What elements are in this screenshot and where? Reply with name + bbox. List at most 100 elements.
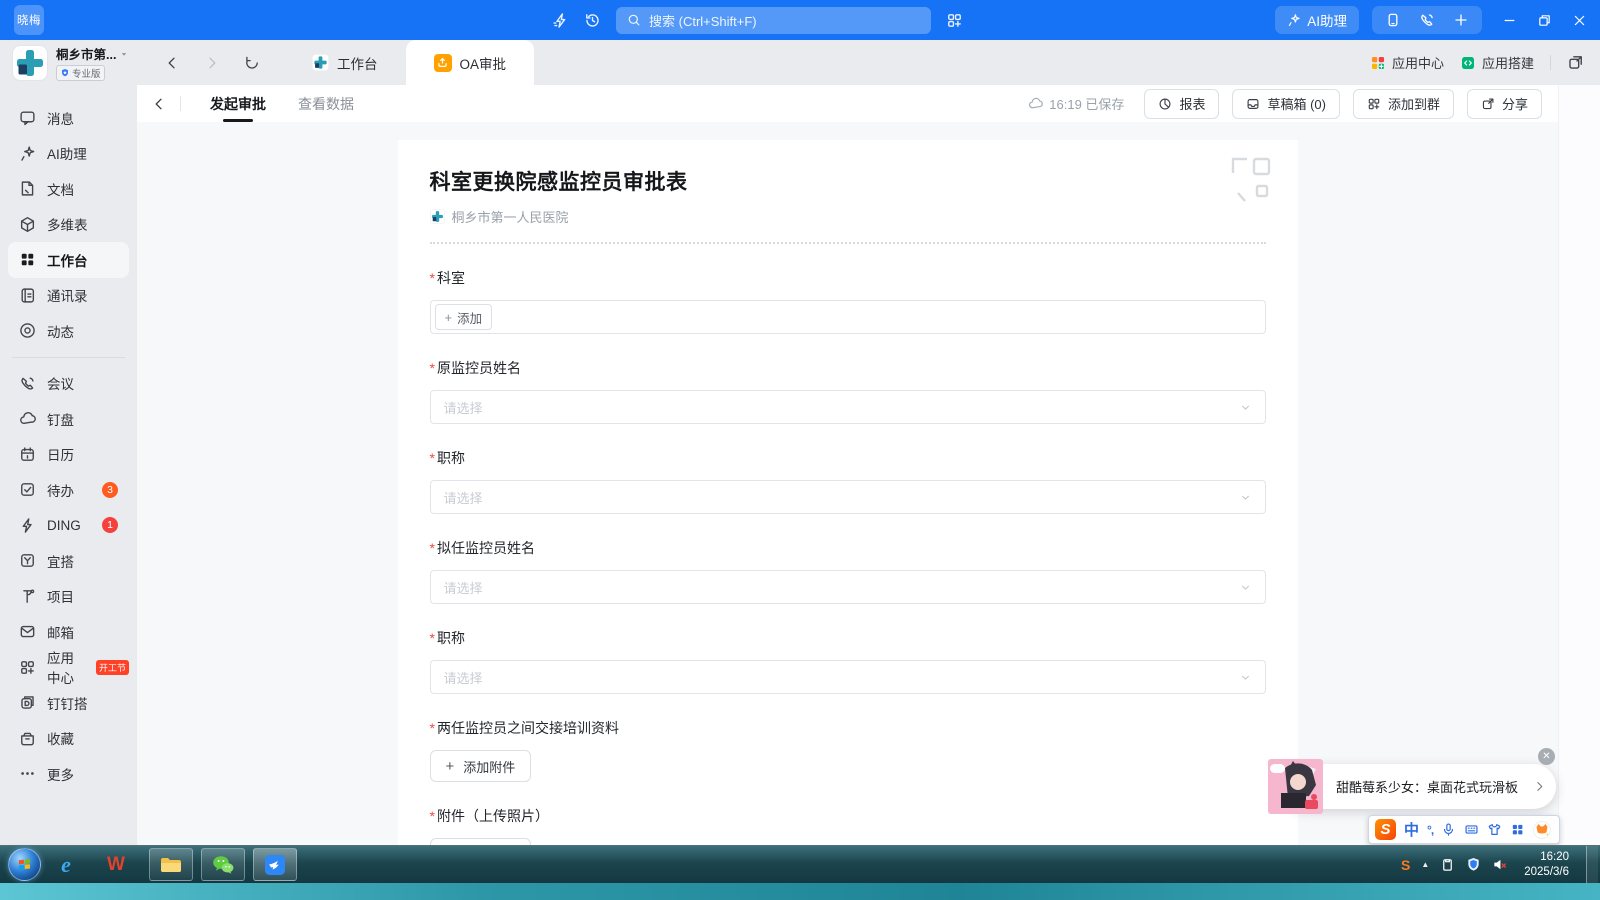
minimize-button[interactable] bbox=[1502, 13, 1517, 28]
user-avatar[interactable]: 晓梅 bbox=[14, 5, 44, 35]
drafts-button[interactable]: 草稿箱 (0) bbox=[1232, 89, 1340, 119]
screencast-icon[interactable] bbox=[1385, 12, 1401, 28]
taskbar-w-app-icon[interactable]: W bbox=[91, 848, 141, 882]
taskbar-wechat-icon[interactable] bbox=[201, 848, 245, 881]
sidebar-item-meeting[interactable]: 会议 bbox=[8, 366, 129, 402]
sidebar-item-ding[interactable]: DING1 bbox=[8, 508, 129, 544]
form-decoration-icon bbox=[1230, 156, 1272, 204]
sidebar-item-label: AI助理 bbox=[47, 143, 87, 163]
sidebar-item-docs[interactable]: 文档 bbox=[8, 171, 129, 207]
department-input[interactable]: +添加 bbox=[430, 300, 1266, 334]
tab-start-approval[interactable]: 发起审批 bbox=[210, 85, 266, 122]
refresh-icon[interactable] bbox=[244, 55, 260, 71]
apps-plus-icon bbox=[1367, 97, 1381, 111]
add-to-group-button[interactable]: 添加到群 bbox=[1353, 89, 1454, 119]
form-field-new-monitor-name: *拟任监控员姓名请选择 bbox=[430, 538, 1266, 604]
keyboard-icon[interactable] bbox=[1464, 822, 1479, 837]
button-label: 草稿箱 (0) bbox=[1267, 94, 1326, 113]
restore-button[interactable] bbox=[1537, 13, 1552, 28]
approval-tabs: 发起审批查看数据 bbox=[194, 85, 370, 122]
sidebar-item-app-center[interactable]: 应用中心开工节 bbox=[8, 650, 129, 686]
sogou-logo-icon[interactable]: S bbox=[1375, 819, 1396, 840]
sidebar-item-mail[interactable]: 邮箱 bbox=[8, 614, 129, 650]
new-monitor-title-select[interactable]: 请选择 bbox=[430, 660, 1266, 694]
app-center-link[interactable]: 应用中心 bbox=[1370, 53, 1444, 72]
tray-clipboard-icon[interactable] bbox=[1440, 857, 1455, 872]
sidebar-item-todo[interactable]: 待办3 bbox=[8, 472, 129, 508]
mic-icon[interactable] bbox=[1441, 822, 1456, 837]
doc-icon bbox=[19, 180, 36, 197]
sidebar-item-favorites[interactable]: 收藏 bbox=[8, 721, 129, 757]
ad-popup[interactable]: 甜酷莓系少女：桌面花式玩滑板 bbox=[1284, 764, 1556, 809]
sidebar-item-messages[interactable]: 消息 bbox=[8, 100, 129, 136]
taskbar-clock[interactable]: 16:20 2025/3/6 bbox=[1524, 850, 1569, 880]
taskbar-explorer-icon[interactable] bbox=[149, 848, 193, 881]
original-monitor-title-select[interactable]: 请选择 bbox=[430, 480, 1266, 514]
popout-icon[interactable] bbox=[1567, 54, 1584, 71]
sidebar-item-dingding-build[interactable]: 钉钉搭 bbox=[8, 685, 129, 721]
nav-back-icon[interactable] bbox=[164, 55, 180, 71]
sidebar-item-more[interactable]: 更多 bbox=[8, 756, 129, 792]
history-icon[interactable] bbox=[584, 12, 601, 29]
tab-view-data[interactable]: 查看数据 bbox=[298, 85, 354, 122]
app-tab-oa-approval[interactable]: OA审批 bbox=[406, 40, 535, 85]
ime-punctuation[interactable]: °, bbox=[1427, 823, 1433, 837]
new-chat-icon[interactable] bbox=[1453, 12, 1469, 28]
form-title[interactable]: 科室更换院感监控员审批表 bbox=[430, 166, 1266, 196]
close-button[interactable] bbox=[1572, 13, 1587, 28]
taskbar-dingtalk-icon[interactable] bbox=[253, 848, 297, 881]
required-asterisk: * bbox=[430, 630, 435, 646]
org-switcher[interactable]: 桐乡市第... 专业版 bbox=[0, 40, 144, 85]
add-department-button[interactable]: +添加 bbox=[435, 304, 493, 330]
sidebar-item-contacts[interactable]: 通讯录 bbox=[8, 278, 129, 314]
contacts-icon bbox=[19, 287, 36, 304]
sidebar-item-calendar[interactable]: 日历 bbox=[8, 437, 129, 473]
sidebar-item-label: 收藏 bbox=[47, 728, 74, 748]
photo-attachment-button[interactable]: +添加图片 bbox=[430, 838, 532, 845]
report-button[interactable]: 报表 bbox=[1144, 89, 1219, 119]
phone-call-icon[interactable] bbox=[1419, 12, 1435, 28]
app-build-icon bbox=[1460, 55, 1476, 71]
ime-mode-chinese[interactable]: 中 bbox=[1404, 819, 1419, 840]
nav-forward-icon[interactable] bbox=[204, 55, 220, 71]
start-button[interactable] bbox=[8, 848, 41, 881]
sidebar-item-ai-assistant[interactable]: AI助理 bbox=[8, 136, 129, 172]
sidebar-item-moments[interactable]: 动态 bbox=[8, 313, 129, 349]
tray-volume-muted-icon[interactable] bbox=[1492, 857, 1507, 872]
skin-icon[interactable] bbox=[1487, 822, 1502, 837]
app-tab-label: OA审批 bbox=[460, 53, 507, 73]
sidebar-item-workbench[interactable]: 工作台 bbox=[8, 242, 129, 278]
search-icon bbox=[627, 13, 641, 27]
share-button[interactable]: 分享 bbox=[1467, 89, 1542, 119]
back-icon[interactable] bbox=[151, 96, 167, 112]
ai-assistant-button[interactable]: AI助理 bbox=[1275, 6, 1359, 34]
ad-thumbnail[interactable] bbox=[1268, 759, 1323, 814]
app-tab-workbench[interactable]: 工作台 bbox=[284, 40, 406, 85]
tray-expand-icon[interactable]: ▲ bbox=[1421, 860, 1429, 869]
sidebar-item-project[interactable]: 项目 bbox=[8, 579, 129, 615]
fav-icon bbox=[19, 730, 36, 747]
chevron-down-icon bbox=[1239, 401, 1252, 414]
original-monitor-name-select[interactable]: 请选择 bbox=[430, 390, 1266, 424]
taskbar-ie-icon[interactable]: e bbox=[41, 848, 91, 882]
tray-security-shield-icon[interactable] bbox=[1466, 857, 1481, 872]
autosave-status: 16:19 已保存 bbox=[1028, 94, 1124, 113]
quick-access-icon[interactable] bbox=[552, 12, 569, 29]
show-desktop-button[interactable] bbox=[1586, 846, 1598, 883]
search-placeholder: 搜索 (Ctrl+Shift+F) bbox=[649, 11, 757, 30]
handover-materials-button[interactable]: +添加附件 bbox=[430, 750, 532, 782]
app-build-link[interactable]: 应用搭建 bbox=[1460, 53, 1534, 72]
toolbox-icon[interactable] bbox=[1510, 822, 1525, 837]
sidebar-item-base-table[interactable]: 多维表 bbox=[8, 207, 129, 243]
tray-sogou-icon[interactable]: S bbox=[1401, 857, 1410, 873]
mail-icon bbox=[19, 623, 36, 640]
form-field-new-monitor-title: *职称请选择 bbox=[430, 628, 1266, 694]
sidebar-item-drive[interactable]: 钉盘 bbox=[8, 401, 129, 437]
ad-close-icon[interactable]: ✕ bbox=[1538, 748, 1555, 765]
search-input[interactable]: 搜索 (Ctrl+Shift+F) bbox=[616, 7, 931, 34]
screenshot-recognize-icon[interactable] bbox=[946, 12, 963, 29]
emoji-fox-icon[interactable] bbox=[1533, 821, 1551, 839]
new-monitor-name-select[interactable]: 请选择 bbox=[430, 570, 1266, 604]
sidebar-item-label: 会议 bbox=[47, 373, 74, 393]
sidebar-item-yida[interactable]: 宜搭 bbox=[8, 543, 129, 579]
